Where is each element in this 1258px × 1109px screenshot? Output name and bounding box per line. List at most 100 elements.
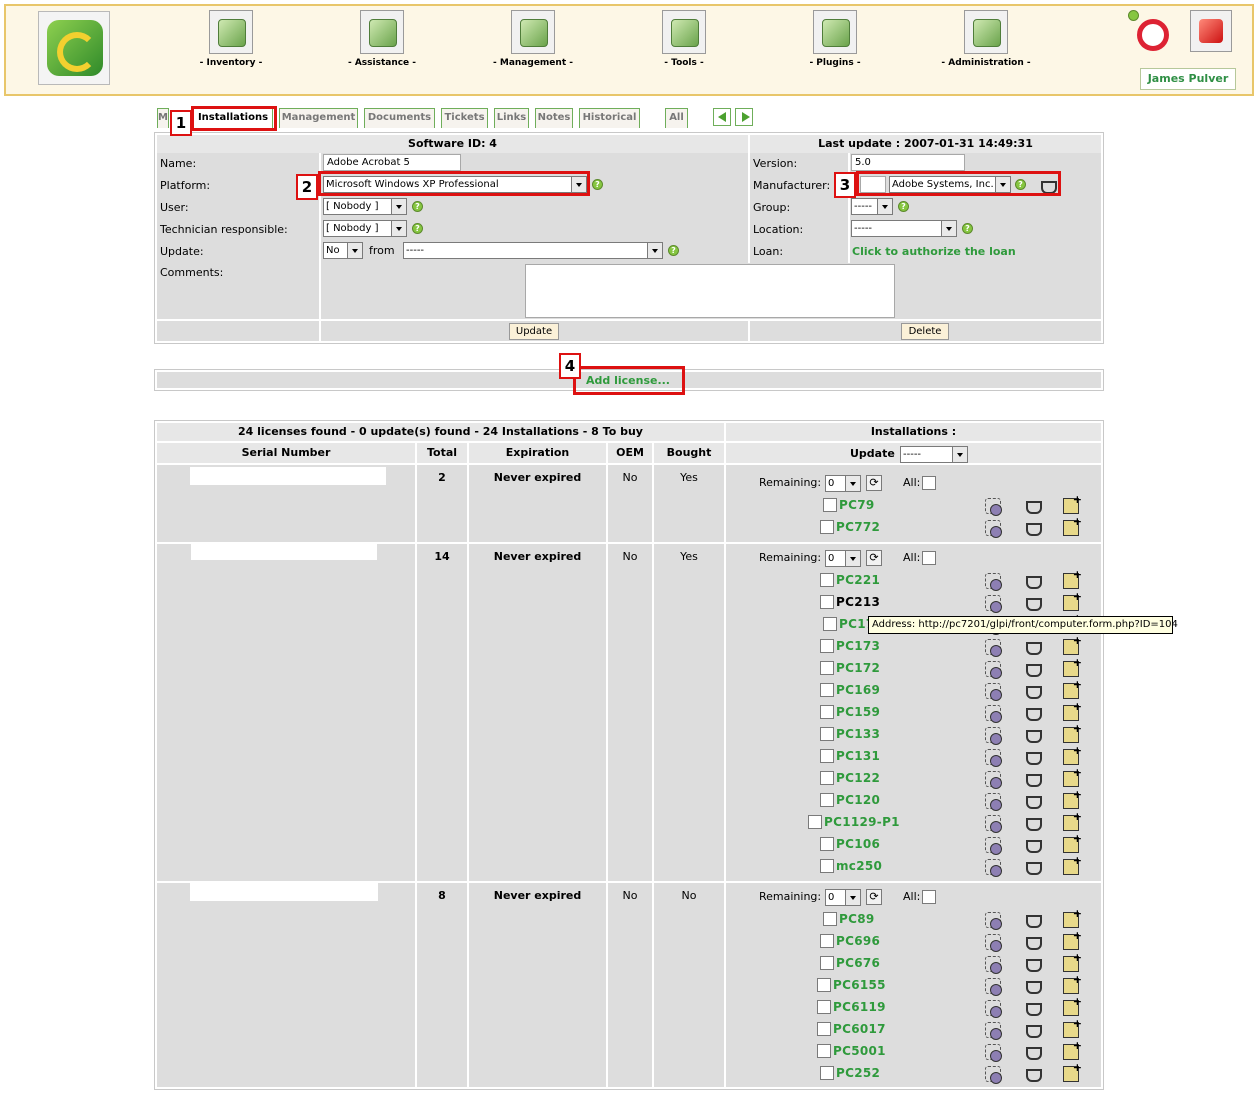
install-checkbox[interactable] (808, 815, 822, 829)
computer-link[interactable]: PC252 (836, 1066, 880, 1080)
from-select[interactable]: ----- (403, 242, 663, 259)
move-license-icon[interactable] (1025, 683, 1042, 699)
comments-textarea[interactable] (525, 264, 895, 318)
authorize-loan-link[interactable]: Click to authorize the loan (852, 245, 1016, 258)
refresh-icon[interactable]: ⟳ (866, 889, 882, 905)
uninstall-icon[interactable] (985, 1066, 1002, 1084)
uninstall-icon[interactable] (985, 520, 1002, 538)
move-license-icon[interactable] (1025, 1066, 1042, 1082)
location-select[interactable]: ----- (851, 220, 957, 237)
update-select[interactable]: No (323, 242, 363, 259)
computer-link[interactable]: PC120 (836, 793, 880, 807)
computer-link[interactable]: PC6119 (833, 1000, 886, 1014)
install-checkbox[interactable] (823, 617, 837, 631)
user-name-link[interactable]: James Pulver (1140, 68, 1236, 90)
add-license-icon[interactable] (1063, 951, 1082, 972)
install-checkbox[interactable] (823, 912, 837, 926)
delete-button[interactable]: Delete (901, 323, 949, 340)
update-button[interactable]: Update (509, 323, 559, 340)
management-icon[interactable] (511, 10, 555, 54)
computer-link[interactable]: PC221 (836, 573, 880, 587)
move-license-icon[interactable] (1025, 793, 1042, 809)
refresh-icon[interactable]: ⟳ (866, 550, 882, 566)
add-license-icon[interactable] (1063, 744, 1082, 765)
nav-inventory[interactable]: - Inventory - (176, 10, 286, 68)
tab-historical[interactable]: Historical (579, 108, 640, 128)
move-license-icon[interactable] (1025, 859, 1042, 875)
computer-link[interactable]: PC89 (839, 912, 875, 926)
add-license-icon[interactable] (1063, 700, 1082, 721)
move-license-icon[interactable] (1025, 934, 1042, 950)
uninstall-icon[interactable] (985, 661, 1002, 679)
computer-link[interactable]: PC1129-P1 (824, 815, 900, 829)
tools-icon[interactable] (662, 10, 706, 54)
license-update-select[interactable]: ----- (900, 446, 968, 463)
move-license-icon[interactable] (1025, 978, 1042, 994)
previous-arrow-icon[interactable] (713, 108, 731, 126)
install-checkbox[interactable] (820, 934, 834, 948)
install-checkbox[interactable] (820, 520, 834, 534)
computer-link[interactable]: PC6017 (833, 1022, 886, 1036)
group-select[interactable]: ----- (851, 198, 893, 215)
logout-icon[interactable] (1190, 10, 1232, 52)
uninstall-icon[interactable] (985, 749, 1002, 767)
uninstall-icon[interactable] (985, 639, 1002, 657)
nav-tools-label[interactable]: - Tools - (629, 58, 739, 68)
install-checkbox[interactable] (820, 837, 834, 851)
install-checkbox[interactable] (820, 639, 834, 653)
add-license-icon[interactable] (1063, 568, 1082, 589)
location-help-icon[interactable]: ? (962, 223, 973, 234)
nav-management-label[interactable]: - Management - (478, 58, 588, 68)
install-checkbox[interactable] (817, 978, 831, 992)
install-checkbox[interactable] (820, 859, 834, 873)
nav-administration-label[interactable]: - Administration - (931, 58, 1041, 68)
move-license-icon[interactable] (1025, 595, 1042, 611)
assistance-icon[interactable] (360, 10, 404, 54)
inventory-icon[interactable] (209, 10, 253, 54)
computer-link[interactable]: PC106 (836, 837, 880, 851)
uninstall-icon[interactable] (985, 705, 1002, 723)
move-license-icon[interactable] (1025, 956, 1042, 972)
user-select[interactable]: [ Nobody ] (323, 198, 407, 215)
nav-assistance-label[interactable]: - Assistance - (327, 58, 437, 68)
add-license-icon[interactable] (1063, 810, 1082, 831)
move-license-icon[interactable] (1025, 727, 1042, 743)
computer-link[interactable]: PC131 (836, 749, 880, 763)
add-license-icon[interactable] (1063, 1017, 1082, 1038)
nav-inventory-label[interactable]: - Inventory - (176, 58, 286, 68)
install-checkbox[interactable] (817, 1000, 831, 1014)
nav-plugins-label[interactable]: - Plugins - (780, 58, 890, 68)
glpi-logo[interactable] (38, 11, 110, 85)
move-license-icon[interactable] (1025, 815, 1042, 831)
computer-link[interactable]: PC169 (836, 683, 880, 697)
computer-link[interactable]: PC79 (839, 498, 875, 512)
install-checkbox[interactable] (820, 956, 834, 970)
name-input[interactable]: Adobe Acrobat 5 (323, 154, 461, 171)
add-license-icon[interactable] (1063, 995, 1082, 1016)
computer-link[interactable]: mc250 (836, 859, 882, 873)
computer-link[interactable]: PC173 (836, 639, 880, 653)
computer-link[interactable]: PC213 (836, 595, 880, 609)
computer-link[interactable]: PC133 (836, 727, 880, 741)
add-license-icon[interactable] (1063, 590, 1082, 611)
technician-help-icon[interactable]: ? (412, 223, 423, 234)
uninstall-icon[interactable] (985, 595, 1002, 613)
add-license-icon[interactable] (1063, 493, 1082, 514)
add-license-icon[interactable] (1063, 832, 1082, 853)
move-license-icon[interactable] (1025, 1000, 1042, 1016)
uninstall-icon[interactable] (985, 498, 1002, 516)
add-license-icon[interactable] (1063, 929, 1082, 950)
computer-link[interactable]: PC172 (836, 661, 880, 675)
add-license-icon[interactable] (1063, 515, 1082, 536)
install-checkbox[interactable] (820, 595, 834, 609)
uninstall-icon[interactable] (985, 727, 1002, 745)
add-license-icon[interactable] (1063, 634, 1082, 655)
uninstall-icon[interactable] (985, 1044, 1002, 1062)
install-checkbox[interactable] (817, 1022, 831, 1036)
move-license-icon[interactable] (1025, 749, 1042, 765)
nav-tools[interactable]: - Tools - (629, 10, 739, 68)
uninstall-icon[interactable] (985, 683, 1002, 701)
move-license-icon[interactable] (1025, 771, 1042, 787)
uninstall-icon[interactable] (985, 912, 1002, 930)
platform-help-icon[interactable]: ? (592, 179, 603, 190)
